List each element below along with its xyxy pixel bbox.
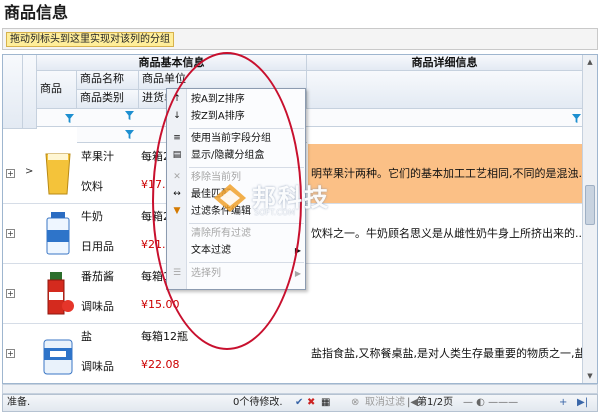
product-category: 调味品 bbox=[81, 300, 114, 313]
product-detail: 饮料之一。牛奶顾名思义是从雌性奶牛身上所挤出来的... bbox=[311, 227, 583, 240]
group-panel[interactable]: 拖动列标头到这里实现对该列的分组 bbox=[2, 28, 598, 50]
filter-icon[interactable] bbox=[125, 130, 134, 139]
product-price: ¥15.00 bbox=[141, 298, 180, 311]
scrollbar-thumb[interactable] bbox=[585, 185, 595, 225]
menu-separator bbox=[189, 262, 304, 263]
filter-icon[interactable] bbox=[572, 114, 581, 123]
product-detail: 明苹果汁两种。它们的基本加工工艺相同,不同的是混浊... bbox=[308, 144, 583, 203]
product-image bbox=[47, 272, 74, 315]
product-name: 苹果汁 bbox=[81, 150, 114, 163]
zoom-in-icon[interactable]: + bbox=[559, 395, 567, 411]
product-image bbox=[43, 339, 73, 375]
filter-row[interactable] bbox=[37, 109, 583, 127]
menu-separator bbox=[189, 167, 304, 168]
product-price: ¥22.08 bbox=[141, 358, 180, 371]
column-header-name[interactable]: 商品名称 bbox=[77, 71, 139, 90]
product-category: 日用品 bbox=[81, 240, 114, 253]
remove-column-icon: ✕ bbox=[173, 172, 181, 182]
product-unit: 每箱12瓶 bbox=[141, 330, 188, 343]
menu-item-text-filter[interactable]: 文本过滤 ▶ bbox=[167, 242, 307, 259]
expand-row-button[interactable]: + bbox=[6, 169, 15, 178]
product-name: 番茄酱 bbox=[81, 270, 114, 283]
band-basic-info[interactable]: 商品基本信息 bbox=[37, 55, 307, 71]
best-fit-icon: ↔ bbox=[173, 189, 181, 199]
row-header-corner bbox=[3, 55, 23, 129]
menu-item-sort-ascending[interactable]: ↑ 按A到Z排序 bbox=[167, 91, 307, 108]
status-bar: 准备. 0个待修改. ✔ ✖ ▦ ⊗ 取消过滤 |◀ 第1/2页 — ◐ ———… bbox=[2, 394, 598, 412]
vertical-scrollbar[interactable]: ▲ ▼ bbox=[582, 55, 597, 383]
choose-column-icon: ☰ bbox=[172, 268, 182, 278]
edit-icon[interactable]: ▦ bbox=[321, 395, 330, 411]
column-context-menu[interactable]: ↑ 按A到Z排序 ↓ 按Z到A排序 ≡ 使用当前字段分组 ▤ 显示/隐藏分组盒 … bbox=[166, 88, 306, 290]
horizontal-scrollbar[interactable] bbox=[2, 384, 598, 394]
menu-item-best-fit[interactable]: ↔ 最佳匹配 bbox=[167, 186, 307, 203]
product-category: 调味品 bbox=[81, 360, 114, 373]
row-indicator-icon: > bbox=[25, 166, 34, 177]
group-by-icon: ≡ bbox=[173, 133, 181, 143]
filter-editor-icon: ▼ bbox=[173, 206, 181, 216]
menu-item-sort-descending[interactable]: ↓ 按Z到A排序 bbox=[167, 108, 307, 125]
page-title: 商品信息 bbox=[4, 3, 69, 22]
expand-row-button[interactable]: + bbox=[6, 349, 15, 358]
group-panel-icon: ▤ bbox=[172, 150, 182, 160]
table-row[interactable]: + 盐 调味品 每箱12瓶 ¥22.08 盐指食盐,又称餐桌盐,是对人类生存最重… bbox=[3, 324, 583, 383]
band-detail-info[interactable]: 商品详细信息 bbox=[307, 55, 583, 71]
expand-row-button[interactable]: + bbox=[6, 229, 15, 238]
menu-item-clear-filters[interactable]: 清除所有过滤 bbox=[167, 225, 307, 242]
product-name: 盐 bbox=[81, 330, 92, 343]
scroll-down-icon[interactable]: ▼ bbox=[585, 371, 595, 381]
column-header-product[interactable]: 商品 bbox=[37, 71, 77, 109]
submenu-arrow-icon: ▶ bbox=[294, 246, 301, 255]
menu-item-filter-editor[interactable]: ▼ 过滤条件编辑 bbox=[167, 203, 307, 220]
expand-row-button[interactable]: + bbox=[6, 289, 15, 298]
scroll-up-icon[interactable]: ▲ bbox=[585, 57, 595, 67]
column-header-category[interactable]: 商品类别 bbox=[77, 90, 139, 109]
page-slider-icon[interactable]: — ◐ ——— bbox=[463, 395, 518, 411]
undo-icon[interactable]: ✖ bbox=[307, 395, 315, 411]
filter-icon[interactable] bbox=[125, 111, 134, 120]
group-panel-hint: 拖动列标头到这里实现对该列的分组 bbox=[6, 32, 174, 47]
menu-separator bbox=[189, 128, 304, 129]
menu-item-toggle-group-panel[interactable]: ▤ 显示/隐藏分组盒 bbox=[167, 147, 307, 164]
product-name: 牛奶 bbox=[81, 210, 103, 223]
submenu-arrow-icon: ▶ bbox=[294, 269, 301, 278]
status-pending-changes: 0个待修改. bbox=[233, 397, 283, 408]
menu-separator bbox=[189, 223, 304, 224]
sort-ascending-icon: ↑ bbox=[173, 94, 181, 104]
filter-icon[interactable] bbox=[65, 114, 74, 123]
cancel-filter-button[interactable]: 取消过滤 bbox=[365, 395, 405, 411]
product-detail bbox=[308, 264, 583, 323]
product-image bbox=[46, 212, 70, 255]
menu-item-remove-column[interactable]: ✕ 移除当前列 bbox=[167, 169, 307, 186]
indicator-header bbox=[23, 55, 37, 129]
page-info: 第1/2页 bbox=[417, 397, 454, 408]
product-category: 饮料 bbox=[81, 180, 103, 193]
cancel-filter-icon[interactable]: ⊗ bbox=[351, 395, 359, 411]
save-icon[interactable]: ✔ bbox=[295, 395, 303, 411]
column-header-detail[interactable] bbox=[307, 71, 583, 109]
status-ready: 准备. bbox=[7, 397, 31, 408]
sort-descending-icon: ↓ bbox=[173, 111, 181, 121]
menu-item-choose-columns[interactable]: ☰ 选择列 ▶ bbox=[167, 265, 307, 282]
next-page-icon[interactable]: ▶| bbox=[577, 395, 588, 411]
product-image bbox=[45, 153, 71, 195]
product-detail: 盐指食盐,又称餐桌盐,是对人类生存最重要的物质之一,盐的主要化学成份氯... bbox=[311, 347, 583, 360]
menu-item-group-by-field[interactable]: ≡ 使用当前字段分组 bbox=[167, 130, 307, 147]
